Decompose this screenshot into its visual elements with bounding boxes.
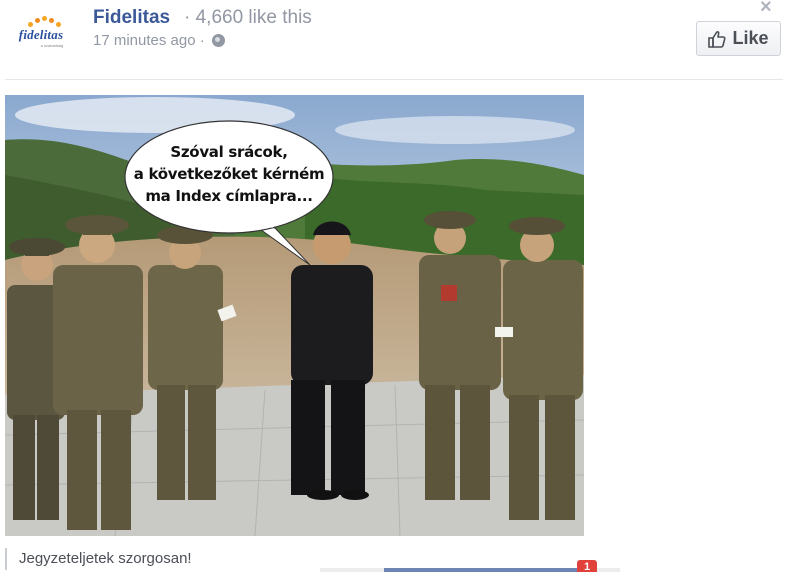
page-avatar[interactable]: fidelitas a szabadság: [6, 4, 76, 60]
bottom-bar-highlight: [384, 568, 594, 572]
avatar-logo-text: fidelitas: [18, 26, 64, 42]
logo-dots: [26, 16, 66, 27]
avatar-logo-subtext: a szabadság: [40, 42, 64, 48]
close-icon[interactable]: ×: [760, 0, 772, 19]
header-divider: [5, 79, 783, 80]
post-caption: Jegyzeteljetek szorgosan!: [5, 548, 192, 570]
post-timestamp-row: 17 minutes ago ·: [93, 32, 225, 49]
like-button[interactable]: Like: [696, 21, 781, 56]
speech-bubble-text: Szóval srácok, a következőket kérném ma …: [128, 141, 330, 207]
post-timestamp[interactable]: 17 minutes ago ·: [93, 32, 205, 49]
speech-bubble-line-3: ma Index címlapra...: [145, 187, 313, 205]
page-name-link[interactable]: Fidelitas: [93, 7, 170, 29]
speech-bubble-line-1: Szóval srácok,: [170, 143, 288, 161]
bottom-action-bar: [320, 568, 620, 572]
speech-bubble-line-2: a következőket kérném: [133, 165, 325, 183]
like-button-label: Like: [732, 28, 769, 48]
thumbs-up-icon: [708, 30, 727, 48]
globe-icon: [211, 34, 225, 47]
page-likes-count: · 4,660 like this: [184, 7, 312, 28]
notification-badge[interactable]: 1: [577, 560, 597, 572]
post-header: fidelitas a szabadság Fidelitas · 4,660 …: [0, 0, 800, 80]
post-photo[interactable]: Szóval srácok, a következőket kérném ma …: [5, 95, 584, 536]
